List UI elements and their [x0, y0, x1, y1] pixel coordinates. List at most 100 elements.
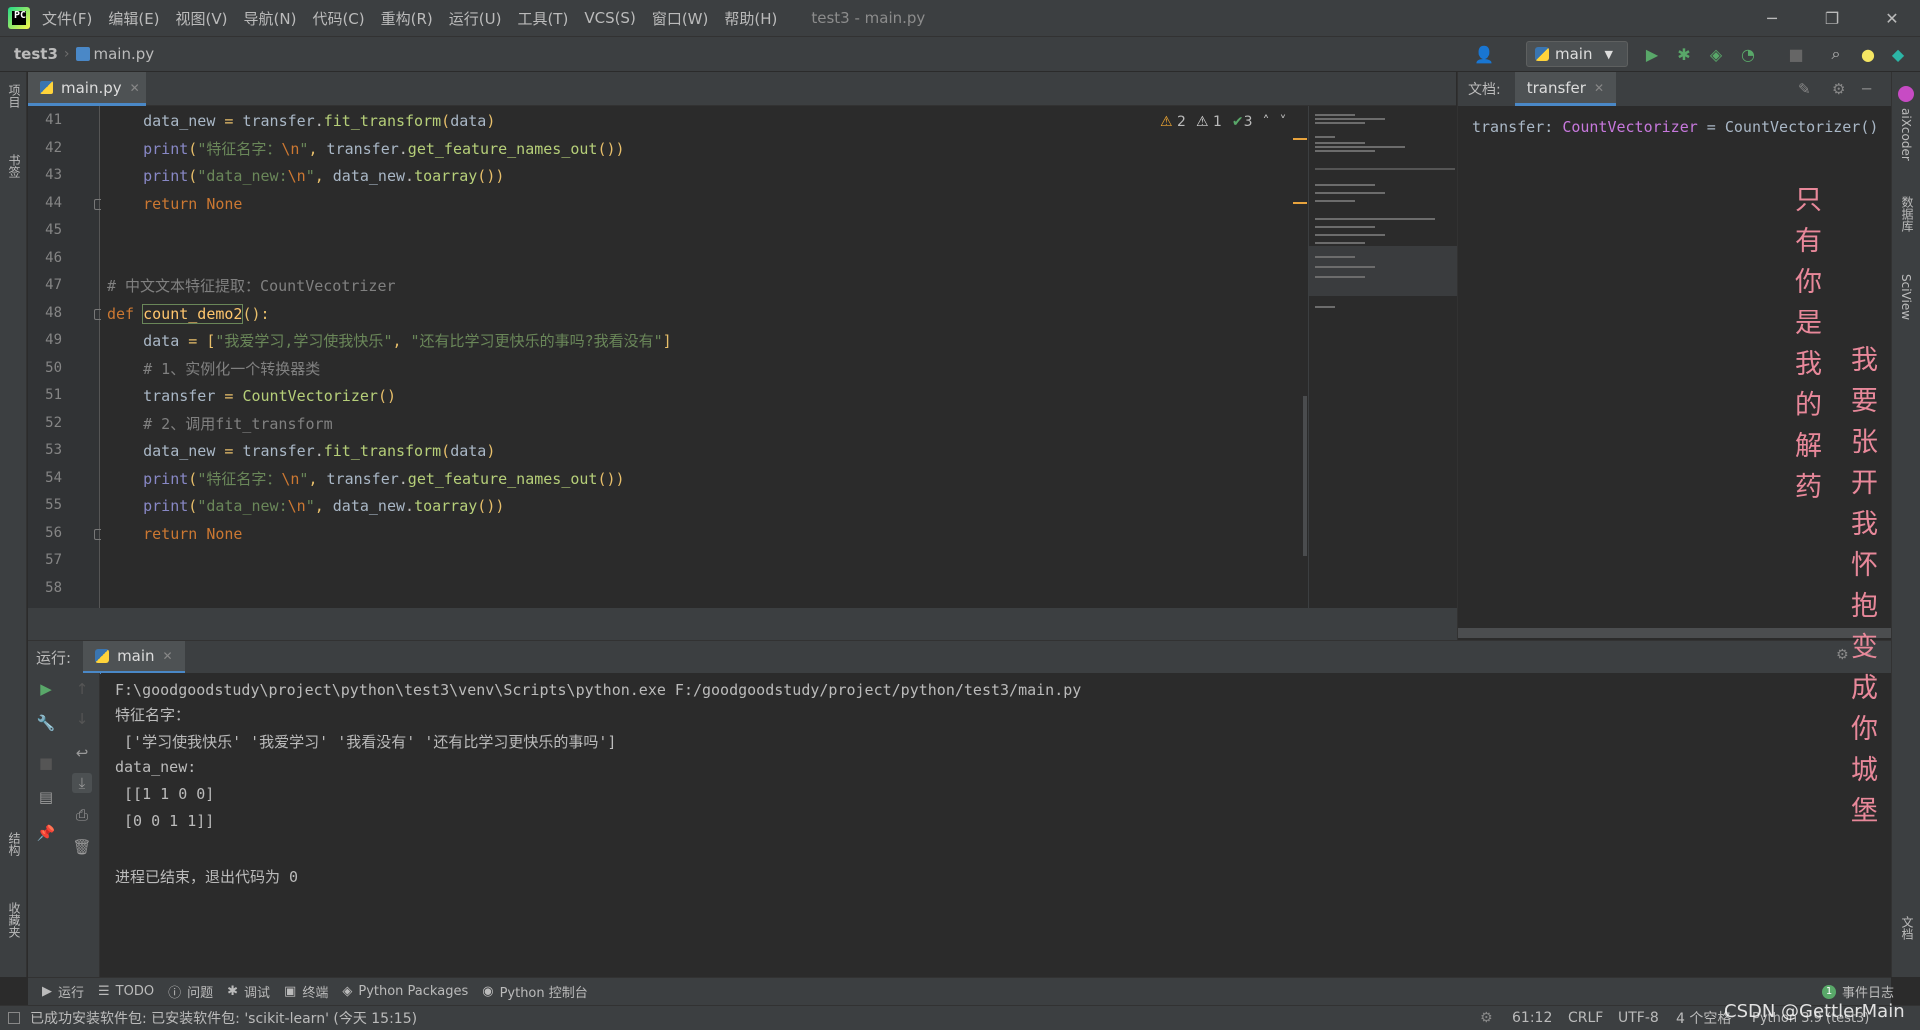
layout-icon[interactable]: ▤	[36, 787, 56, 807]
search-icon[interactable]: ⌕	[1826, 44, 1846, 64]
toggle-tool-windows-icon[interactable]	[8, 1012, 20, 1024]
code-line: print("特征名字：\n", transfer.get_feature_na…	[143, 139, 625, 158]
chevron-down-icon[interactable]: ˅	[1280, 114, 1287, 130]
doc-horizontal-scrollbar[interactable]	[1458, 628, 1892, 638]
run-toolbar-primary: ▶ 🔧 ■ ▤ 📌	[28, 673, 64, 977]
breadcrumb-project[interactable]: test3	[14, 45, 58, 63]
debug-tool-button[interactable]: ✱ 调试	[227, 982, 270, 1001]
python-packages-tool-button[interactable]: ◈ Python Packages	[342, 984, 468, 999]
chevron-up-icon[interactable]: ˄	[1263, 114, 1270, 130]
menu-vcs[interactable]: VCS(S)	[584, 9, 635, 27]
poem-left-column: 只有你是我的解药	[1790, 185, 1821, 513]
editor-scrollbar[interactable]	[1303, 396, 1307, 556]
event-log-button[interactable]: 1 事件日志	[1822, 982, 1894, 1001]
close-button[interactable]: ✕	[1864, 0, 1920, 36]
status-message[interactable]: 已成功安装软件包: 已安装软件包: 'scikit-learn' (今天 15:…	[30, 1008, 417, 1028]
coverage-icon[interactable]: ◈	[1706, 44, 1726, 64]
profile-icon[interactable]: ◔	[1738, 44, 1758, 64]
problems-tool-button[interactable]: ⓘ 问题	[168, 982, 213, 1001]
caret-position[interactable]: 61:12	[1512, 1010, 1552, 1026]
console-line: 特征名字：	[115, 706, 191, 724]
print-icon[interactable]: ⎙	[72, 805, 92, 825]
hide-panel-icon[interactable]: ─	[1862, 80, 1871, 98]
scroll-to-end-icon[interactable]: ⤓	[72, 773, 92, 793]
warning-marker[interactable]	[1293, 202, 1307, 204]
run-toolbar-secondary: ↑ ↓ ↩ ⤓ ⎙ 🗑	[64, 673, 100, 977]
close-tab-icon[interactable]: ✕	[163, 649, 173, 663]
doc-tab-transfer[interactable]: transfer ✕	[1514, 72, 1617, 106]
soft-wrap-icon[interactable]: ↩	[72, 743, 92, 763]
arrow-down-icon[interactable]: ↓	[72, 709, 92, 729]
menu-edit[interactable]: 编辑(E)	[108, 8, 159, 29]
pin-icon[interactable]: 📌	[36, 823, 56, 843]
inspection-widget[interactable]: ⚠ 2 ⚠ 1 ✔3 ˄ ˅	[1160, 114, 1287, 130]
todo-tool-button[interactable]: ☰ TODO	[98, 984, 154, 999]
menu-navigate[interactable]: 导航(N)	[244, 8, 297, 29]
left-tool-strip: 项目 书签 结构 收藏夹	[0, 72, 27, 977]
run-configuration-selector[interactable]: main ▼	[1526, 41, 1628, 67]
debug-icon[interactable]: ✱	[1674, 44, 1694, 64]
console-line: F:\goodgoodstudy\project\python\test3\ve…	[115, 681, 1082, 699]
menu-file[interactable]: 文件(F)	[42, 8, 92, 29]
file-encoding[interactable]: UTF-8	[1618, 1010, 1659, 1026]
menu-window[interactable]: 窗口(W)	[652, 8, 709, 29]
menu-refactor[interactable]: 重构(R)	[381, 8, 433, 29]
user-icon[interactable]: 👤	[1474, 44, 1494, 64]
run-console[interactable]: F:\goodgoodstudy\project\python\test3\ve…	[101, 673, 1891, 977]
stop-icon[interactable]: ■	[1786, 44, 1806, 64]
code-with-me-icon[interactable]: ◆	[1888, 44, 1908, 64]
terminal-tool-button[interactable]: ▣ 终端	[284, 982, 328, 1001]
run-icon[interactable]: ▶	[1642, 44, 1662, 64]
rerun-icon[interactable]: ▶	[36, 679, 56, 699]
code-line: print("data_new:\n", data_new.toarray())	[143, 167, 505, 185]
sciview-tool-button[interactable]: SciView	[1899, 274, 1913, 320]
menu-run[interactable]: 运行(U)	[449, 8, 502, 29]
documentation-panel: 文档: transfer ✕ ✎ ⚙ ─ transfer: CountVect…	[1457, 72, 1892, 640]
code-line: return None	[143, 524, 243, 543]
git-icon[interactable]: ⚙	[1480, 1010, 1493, 1026]
arrow-up-icon[interactable]: ↑	[72, 679, 92, 699]
close-tab-icon[interactable]: ✕	[1594, 81, 1604, 95]
gear-icon[interactable]: ⚙	[1832, 80, 1845, 98]
weak-warning-icon: ⚠	[1195, 114, 1209, 130]
line-number: 46	[45, 249, 62, 266]
database-tool-button[interactable]: 数据库	[1899, 196, 1916, 232]
run-tool-button[interactable]: ▶ 运行	[42, 982, 84, 1001]
line-number: 52	[45, 414, 62, 431]
menu-code[interactable]: 代码(C)	[312, 8, 364, 29]
breadcrumb-file[interactable]: main.py	[94, 45, 155, 63]
bookmarks-tool-button[interactable]: 书签	[6, 154, 23, 178]
wrench-icon[interactable]: 🔧	[36, 713, 56, 733]
code-line: # 1、实例化一个转换器类	[107, 359, 321, 378]
minimize-button[interactable]: ─	[1744, 0, 1800, 36]
console-line: [0 0 1 1]]	[115, 812, 215, 830]
code-line: def count_demo2():	[107, 303, 270, 324]
stop-icon[interactable]: ■	[36, 753, 56, 773]
check-icon: ✔	[1231, 114, 1244, 130]
trash-icon[interactable]: 🗑	[72, 837, 92, 857]
menu-view[interactable]: 视图(V)	[176, 8, 228, 29]
tab-main-py[interactable]: main.py ✕	[28, 72, 146, 106]
run-tab-main[interactable]: main ✕	[83, 640, 185, 674]
warning-marker[interactable]	[1293, 138, 1307, 140]
code-minimap[interactable]	[1293, 106, 1457, 608]
warning-count: ⚠ 2	[1160, 114, 1186, 130]
aixcoder-tool-button[interactable]: aiXcoder	[1899, 108, 1913, 161]
line-number: 45	[45, 222, 62, 238]
status-bar: 已成功安装软件包: 已安装软件包: 'scikit-learn' (今天 15:…	[0, 1005, 1920, 1030]
menu-help[interactable]: 帮助(H)	[724, 8, 777, 29]
project-tool-button[interactable]: 项目	[6, 84, 23, 108]
documentation-tool-button[interactable]: 文档	[1899, 916, 1916, 940]
edit-source-icon[interactable]: ✎	[1798, 80, 1811, 98]
python-console-tool-button[interactable]: ◉ Python 控制台	[482, 982, 588, 1001]
code-editor[interactable]: data_new = transfer.fit_transform(data) …	[101, 106, 1307, 608]
structure-tool-button[interactable]: 结构	[6, 832, 23, 856]
close-tab-icon[interactable]: ✕	[130, 81, 140, 95]
favorites-tool-button[interactable]: 收藏夹	[6, 902, 23, 938]
menu-tools[interactable]: 工具(T)	[517, 8, 568, 29]
aixcoder-icon	[1898, 86, 1914, 102]
line-separator[interactable]: CRLF	[1568, 1010, 1603, 1026]
code-line: transfer = CountVectorizer()	[143, 387, 396, 405]
ide-features-icon[interactable]: ●	[1858, 44, 1878, 64]
restore-button[interactable]: ❐	[1804, 0, 1860, 36]
